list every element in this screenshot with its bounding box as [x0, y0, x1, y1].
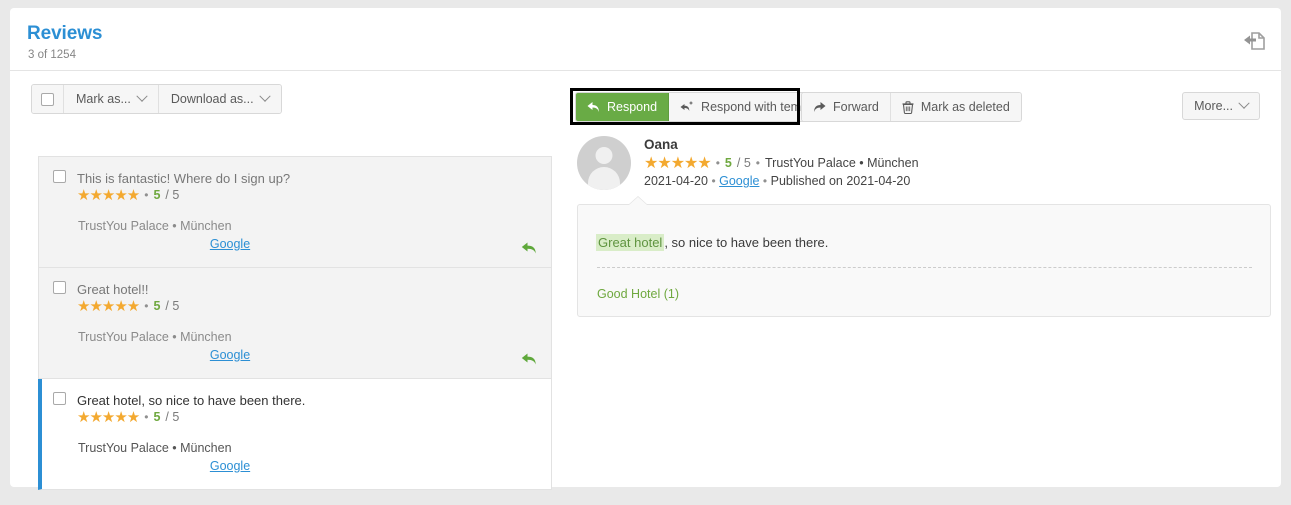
review-detail-header: Oana ★★★★★ • 5 / 5 • TrustYou Palace • M… — [577, 136, 919, 190]
replied-arrow-icon — [521, 241, 537, 255]
review-title: Great hotel, so nice to have been there. — [77, 393, 306, 408]
separator-dot: • — [762, 174, 768, 188]
detail-source-link[interactable]: Google — [719, 174, 759, 188]
page-header: Reviews 3 of 1254 — [10, 8, 1281, 71]
review-score: 5 — [153, 299, 161, 313]
download-as-dropdown[interactable]: Download as... — [158, 85, 281, 113]
detail-rating-row: ★★★★★ • 5 / 5 • TrustYou Palace • Münche… — [644, 155, 919, 171]
review-property: TrustYou Palace • München — [78, 441, 232, 455]
star-rating-icon: ★★★★★ — [77, 409, 140, 426]
separator-dot: • — [144, 188, 149, 202]
mark-as-dropdown[interactable]: Mark as... — [64, 85, 159, 113]
list-toolbar: Mark as... Download as... — [31, 84, 282, 114]
detail-dates-row: 2021-04-20 • Google • Published on 2021-… — [644, 173, 919, 189]
forward-arrow-icon — [814, 102, 826, 112]
review-rating: ★★★★★ • 5 / 5 — [77, 410, 537, 425]
reviews-card: Reviews 3 of 1254 Mark as... Download as… — [10, 8, 1281, 490]
detail-property: TrustYou Palace • München — [764, 156, 919, 170]
respond-label: Respond — [607, 100, 658, 114]
detail-published: Published on 2021-04-20 — [770, 174, 911, 188]
page-title: Reviews — [27, 23, 103, 44]
source-link[interactable]: Google — [210, 459, 250, 473]
star-rating-icon: ★★★★★ — [77, 187, 140, 204]
trash-icon — [902, 100, 914, 114]
source-link[interactable]: Google — [210, 237, 250, 251]
review-score-max: / 5 — [165, 299, 180, 313]
separator-dot: • — [715, 156, 720, 170]
review-score: 5 — [153, 410, 161, 424]
detail-date: 2021-04-20 — [644, 174, 708, 188]
list-item[interactable]: Great hotel, so nice to have been there.… — [38, 379, 552, 490]
separator-dot: • — [144, 410, 149, 424]
secondary-action-group: Forward Mark as deleted — [801, 92, 1022, 122]
review-property: TrustYou Palace • München — [78, 219, 232, 233]
respond-button[interactable]: Respond — [576, 93, 670, 121]
avatar — [577, 136, 631, 190]
review-title: Great hotel!! — [77, 282, 149, 297]
screen: Reviews 3 of 1254 Mark as... Download as… — [0, 0, 1291, 505]
review-checkbox[interactable] — [53, 170, 66, 183]
review-property: TrustYou Palace • München — [78, 330, 232, 344]
source-link[interactable]: Google — [210, 348, 250, 362]
review-list: This is fantastic! Where do I sign up? ★… — [38, 156, 552, 490]
download-as-label: Download as... — [170, 92, 254, 106]
chevron-down-icon — [258, 90, 271, 102]
chevron-down-icon — [1238, 97, 1250, 109]
review-score-max: / 5 — [165, 188, 180, 202]
star-rating-icon: ★★★★★ — [77, 298, 140, 315]
review-content-box: Great hotel, so nice to have been there.… — [577, 196, 1271, 317]
review-score-max: / 5 — [165, 410, 180, 424]
review-body-rest: , so nice to have been there. — [664, 235, 829, 250]
category-tag[interactable]: Good Hotel (1) — [597, 287, 679, 301]
separator-dot: • — [144, 299, 149, 313]
review-source: Google — [53, 457, 537, 475]
reviewer-name: Oana — [644, 137, 678, 152]
mark-as-label: Mark as... — [76, 92, 131, 106]
detail-score: 5 — [724, 156, 732, 170]
avatar-body — [588, 167, 620, 190]
review-rating: ★★★★★ • 5 / 5 — [77, 299, 537, 314]
reply-arrow-icon — [587, 102, 599, 112]
review-source: Google — [53, 235, 537, 253]
review-count: 3 of 1254 — [28, 49, 76, 61]
review-source: Google — [53, 346, 537, 364]
content-divider — [597, 267, 1252, 268]
review-checkbox[interactable] — [53, 392, 66, 405]
review-title: This is fantastic! Where do I sign up? — [77, 171, 291, 186]
mark-as-deleted-label: Mark as deleted — [920, 100, 1010, 114]
select-all-checkbox[interactable] — [41, 92, 54, 106]
replied-arrow-icon — [521, 352, 537, 366]
reply-document-icon[interactable] — [1241, 29, 1267, 53]
list-item[interactable]: Great hotel!! ★★★★★ • 5 / 5 TrustYou Pal… — [38, 268, 552, 379]
speech-tail-inner — [629, 197, 647, 205]
forward-label: Forward — [833, 100, 879, 114]
list-item[interactable]: This is fantastic! Where do I sign up? ★… — [38, 156, 552, 268]
review-body: Great hotel, so nice to have been there. — [596, 234, 828, 251]
mark-as-deleted-button[interactable]: Mark as deleted — [890, 93, 1021, 121]
detail-text-block: Oana ★★★★★ • 5 / 5 • TrustYou Palace • M… — [644, 136, 919, 190]
separator-dot: • — [711, 174, 716, 188]
forward-button[interactable]: Forward — [802, 93, 891, 121]
review-rating: ★★★★★ • 5 / 5 — [77, 188, 537, 203]
detail-score-max: / 5 — [736, 156, 751, 170]
sentiment-highlight: Great hotel — [596, 234, 665, 251]
chevron-down-icon — [136, 90, 148, 102]
reply-template-icon — [680, 101, 693, 111]
star-rating-icon: ★★★★★ — [644, 154, 712, 172]
select-all-cell[interactable] — [32, 85, 64, 113]
more-label: More... — [1194, 99, 1233, 113]
review-score: 5 — [153, 188, 161, 202]
more-dropdown[interactable]: More... — [1182, 92, 1260, 120]
review-checkbox[interactable] — [53, 281, 66, 294]
separator-dot: • — [755, 156, 760, 170]
avatar-head — [595, 147, 613, 164]
